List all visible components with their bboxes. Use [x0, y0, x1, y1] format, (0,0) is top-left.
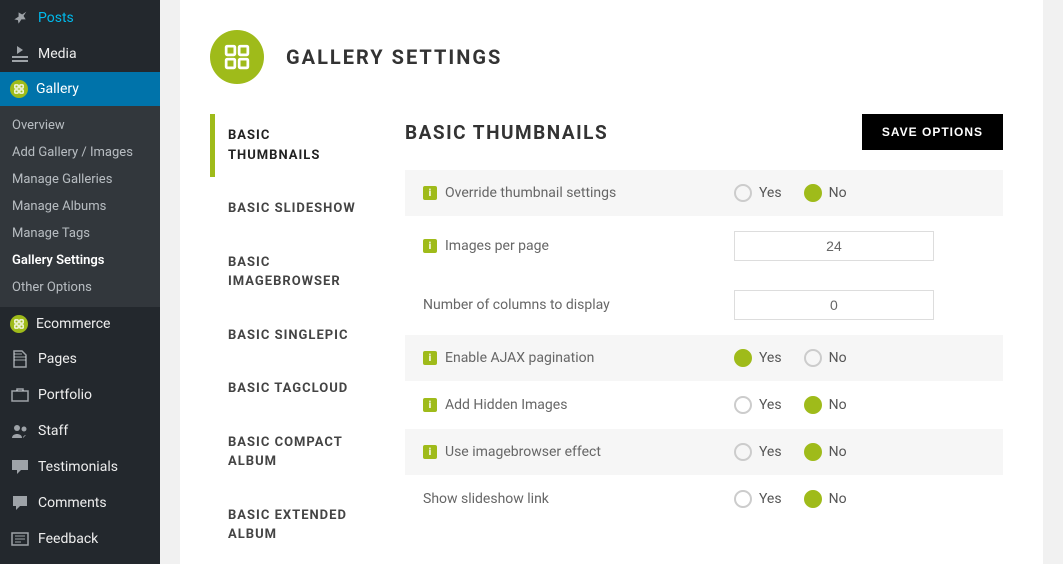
radio-dot [804, 490, 822, 508]
setting-label: iAdd Hidden Images [423, 397, 698, 413]
submenu-item[interactable]: Other Options [0, 274, 160, 301]
setting-row: iEnable AJAX pagination Yes No [405, 335, 1003, 382]
feedback-icon [10, 529, 30, 549]
pages-icon [10, 349, 30, 369]
gallery-settings-panel: GALLERY SETTINGS BASIC THUMBNAILS BASIC S… [180, 0, 1043, 564]
setting-label: Show slideshow link [423, 491, 698, 507]
menu-label: Ecommerce [36, 316, 110, 332]
info-icon[interactable]: i [423, 186, 437, 200]
menu-item-pages[interactable]: Pages [0, 341, 160, 377]
info-icon[interactable]: i [423, 398, 437, 412]
main-content: GALLERY SETTINGS BASIC THUMBNAILS BASIC S… [160, 0, 1063, 564]
menu-item-media[interactable]: Media [0, 36, 160, 72]
radio-yes[interactable]: Yes [734, 349, 782, 367]
setting-row: iAdd Hidden Images Yes No [405, 382, 1003, 429]
panel-header: BASIC THUMBNAILS SAVE OPTIONS [405, 114, 1003, 150]
submenu-item[interactable]: Overview [0, 112, 160, 139]
menu-label: Staff [38, 423, 68, 439]
setting-row: iOverride thumbnail settings Yes No [405, 170, 1003, 217]
setting-label: iUse imagebrowser effect [423, 444, 698, 460]
tab[interactable]: BASIC SLIDESHOW [210, 187, 365, 231]
tab[interactable]: BASIC COMPACT ALBUM [210, 421, 365, 484]
info-icon[interactable]: i [423, 445, 437, 459]
gallery-icon [10, 315, 28, 333]
menu-item-ecommerce[interactable]: Ecommerce [0, 307, 160, 341]
radio-yes[interactable]: Yes [734, 184, 782, 202]
pin-icon [10, 8, 30, 28]
radio-dot [804, 443, 822, 461]
settings-body: BASIC THUMBNAILS BASIC SLIDESHOW BASIC IMA… [210, 114, 1003, 564]
radio-no[interactable]: No [804, 184, 847, 202]
setting-row: Number of columns to display [405, 276, 1003, 335]
page-header: GALLERY SETTINGS [210, 30, 1003, 84]
testimonials-icon [10, 457, 30, 477]
input-field[interactable] [734, 290, 934, 320]
radio-yes[interactable]: Yes [734, 396, 782, 414]
radio-no[interactable]: No [804, 443, 847, 461]
panel: BASIC THUMBNAILS SAVE OPTIONS iOverride … [405, 114, 1003, 564]
tab[interactable]: BASIC THUMBNAILS [210, 114, 365, 177]
setting-row: Show slideshow link Yes No [405, 476, 1003, 523]
comments-icon [10, 493, 30, 513]
radio-dot [734, 349, 752, 367]
info-icon[interactable]: i [423, 351, 437, 365]
setting-row: iUse imagebrowser effect Yes No [405, 429, 1003, 476]
radio-no[interactable]: No [804, 396, 847, 414]
submenu-item[interactable]: Manage Tags [0, 220, 160, 247]
radio-dot [804, 396, 822, 414]
portfolio-icon [10, 385, 30, 405]
media-icon [10, 44, 30, 64]
staff-icon [10, 421, 30, 441]
admin-sidebar: Posts Media Gallery OverviewAdd Gallery / I… [0, 0, 160, 564]
setting-row: iImages per page [405, 217, 1003, 276]
radio-dot [734, 184, 752, 202]
setting-label: iEnable AJAX pagination [423, 350, 698, 366]
submenu: OverviewAdd Gallery / ImagesManage Galle… [0, 106, 160, 307]
menu-item-staff[interactable]: Staff [0, 413, 160, 449]
gallery-icon [210, 30, 264, 84]
gallery-icon [10, 80, 28, 98]
settings-table: iOverride thumbnail settings Yes No iImages… [405, 170, 1003, 523]
menu-item-comments[interactable]: Comments [0, 485, 160, 521]
radio-dot [734, 443, 752, 461]
menu-label: Pages [38, 351, 77, 367]
setting-label: iOverride thumbnail settings [423, 185, 698, 201]
radio-no[interactable]: No [804, 490, 847, 508]
menu-item-posts[interactable]: Posts [0, 0, 160, 36]
info-icon[interactable]: i [423, 239, 437, 253]
panel-title: BASIC THUMBNAILS [405, 121, 608, 144]
tab[interactable]: BASIC EXTENDED ALBUM [210, 494, 365, 557]
menu-label: Gallery [36, 81, 79, 97]
save-button[interactable]: SAVE OPTIONS [862, 114, 1003, 150]
menu-label: Comments [38, 495, 107, 511]
radio-yes[interactable]: Yes [734, 490, 782, 508]
radio-yes[interactable]: Yes [734, 443, 782, 461]
menu-item-portfolio[interactable]: Portfolio [0, 377, 160, 413]
menu-item-gallery[interactable]: Gallery [0, 72, 160, 106]
menu-label: Feedback [38, 531, 98, 547]
tab-list: BASIC THUMBNAILS BASIC SLIDESHOW BASIC IMA… [210, 114, 365, 564]
page-title: GALLERY SETTINGS [286, 45, 502, 69]
radio-no[interactable]: No [804, 349, 847, 367]
setting-label: Number of columns to display [423, 297, 698, 313]
menu-item-feedback[interactable]: Feedback [0, 521, 160, 557]
submenu-item[interactable]: Manage Albums [0, 193, 160, 220]
menu-item-testimonials[interactable]: Testimonials [0, 449, 160, 485]
menu-label: Testimonials [38, 459, 118, 475]
tab[interactable]: BASIC SINGLEPIC [210, 314, 365, 358]
menu-label: Media [38, 46, 77, 62]
radio-dot [734, 396, 752, 414]
tab[interactable]: BASIC TAGCLOUD [210, 367, 365, 411]
input-field[interactable] [734, 231, 934, 261]
submenu-item[interactable]: Add Gallery / Images [0, 139, 160, 166]
tab[interactable]: BASIC IMAGEBROWSER [210, 241, 365, 304]
menu-label: Portfolio [38, 387, 92, 403]
menu-label: Posts [38, 10, 74, 26]
radio-dot [804, 349, 822, 367]
submenu-item[interactable]: Gallery Settings [0, 247, 160, 274]
setting-label: iImages per page [423, 238, 698, 254]
radio-dot [734, 490, 752, 508]
submenu-item[interactable]: Manage Galleries [0, 166, 160, 193]
radio-dot [804, 184, 822, 202]
